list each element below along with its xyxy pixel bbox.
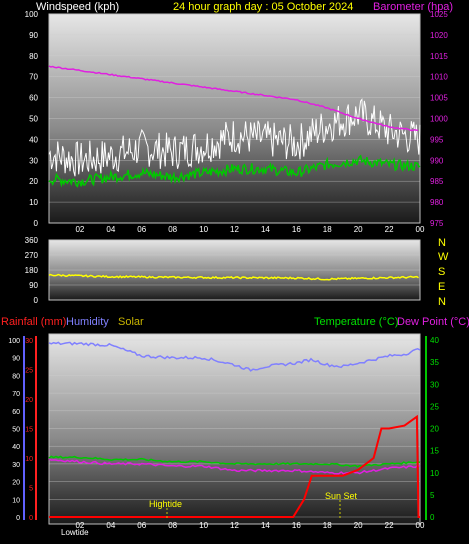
temperature-x-tick: 04: [106, 521, 115, 530]
temperature-x-tick: 18: [323, 521, 332, 530]
wind-x-tick: 20: [354, 225, 363, 234]
barometer-y-tick: 1005: [430, 94, 448, 103]
wind-x-tick: 04: [106, 225, 115, 234]
barometer-y-tick: 1015: [430, 52, 448, 61]
temperature-x-tick: 16: [292, 521, 301, 530]
wind-x-tick: 10: [199, 225, 208, 234]
compass-n-bottom: N: [438, 296, 446, 308]
barometer-y-tick: 995: [430, 135, 444, 144]
wind-x-tick: 08: [168, 225, 177, 234]
compass-labels: N W S E N: [438, 237, 449, 308]
direction-y-tick: 180: [25, 266, 39, 275]
humidity-y-tick: 50: [12, 427, 20, 434]
direction-y-tick: 90: [29, 281, 38, 290]
temperature-title: Temperature (°C): [314, 316, 398, 328]
sunset-label: Sun Set: [325, 491, 358, 501]
wind-x-tick: 06: [137, 225, 146, 234]
wind-y-tick: 90: [29, 31, 38, 40]
humidity-y-tick: 70: [12, 391, 20, 398]
humidity-y-tick: 100: [8, 338, 20, 345]
temperature-y-tick: 5: [430, 491, 435, 500]
barometer-y-tick: 1000: [430, 115, 448, 124]
rain-y-tick: 15: [25, 427, 33, 434]
hightide-label: Hightide: [149, 499, 182, 509]
barometer-y-tick: 985: [430, 177, 444, 186]
temperature-x-tick: 06: [137, 521, 146, 530]
wind-x-tick: 02: [75, 225, 84, 234]
humidity-y-tick: 20: [12, 480, 20, 487]
temperature-y-tick: 15: [430, 447, 439, 456]
wind-y-tick: 50: [29, 115, 38, 124]
rain-y-tick: 5: [29, 486, 33, 493]
compass-n-top: N: [438, 237, 446, 249]
solar-title: Solar: [118, 316, 144, 328]
temperature-x-tick: 00: [416, 521, 425, 530]
humidity-y-tick: 30: [12, 462, 20, 469]
temperature-y-tick: 0: [430, 513, 435, 522]
direction-y-tick: 360: [25, 236, 39, 245]
temperature-x-tick: 12: [230, 521, 239, 530]
rainfall-title: Rainfall (mm): [1, 316, 66, 328]
humidity-y-tick: 90: [12, 356, 20, 363]
wind-y-tick: 0: [34, 219, 39, 228]
wind-y-tick: 80: [29, 52, 38, 61]
direction-y-tick: 0: [34, 296, 39, 305]
compass-e: E: [438, 281, 445, 293]
rain-y-tick: 30: [25, 338, 33, 345]
humidity-y-tick: 0: [16, 515, 20, 522]
temperature-y-tick: 35: [430, 358, 439, 367]
compass-w: W: [438, 251, 449, 263]
windspeed-title: Windspeed (kph): [36, 1, 119, 13]
barometer-y-tick: 990: [430, 156, 444, 165]
humidity-y-tick: 10: [12, 497, 20, 504]
barometer-y-tick: 1025: [430, 10, 448, 19]
wind-x-tick: 22: [385, 225, 394, 234]
weather-graph: Windspeed (kph) 24 hour graph day : 05 O…: [1, 1, 469, 537]
temperature-x-tick: 22: [385, 521, 394, 530]
humidity-y-tick: 80: [12, 373, 20, 380]
compass-s: S: [438, 266, 445, 278]
temperature-x-tick: 20: [354, 521, 363, 530]
barometer-y-tick: 1010: [430, 73, 448, 82]
temperature-y-tick: 20: [430, 425, 439, 434]
dewpoint-title: Dew Point (°C): [397, 316, 469, 328]
wind-y-tick: 30: [29, 156, 38, 165]
wind-y-tick: 10: [29, 198, 38, 207]
direction-y-tick: 270: [25, 251, 39, 260]
wind-y-tick: 20: [29, 177, 38, 186]
rain-y-tick: 0: [29, 515, 33, 522]
wind-x-tick: 00: [416, 225, 425, 234]
wind-x-tick: 14: [261, 225, 270, 234]
rain-y-tick: 25: [25, 368, 33, 375]
temperature-y-tick: 40: [430, 336, 439, 345]
temperature-y-tick: 30: [430, 380, 439, 389]
wind-y-tick: 100: [25, 10, 39, 19]
humidity-title: Humidity: [66, 316, 109, 328]
temperature-x-tick: 10: [199, 521, 208, 530]
rain-y-tick: 10: [25, 456, 33, 463]
temperature-y-tick: 10: [430, 469, 439, 478]
wind-x-tick: 16: [292, 225, 301, 234]
barometer-y-tick: 980: [430, 198, 444, 207]
wind-y-tick: 60: [29, 94, 38, 103]
barometer-y-tick: 1020: [430, 31, 448, 40]
temperature-x-tick: 14: [261, 521, 270, 530]
temperature-x-tick: 08: [168, 521, 177, 530]
temperature-y-tick: 25: [430, 402, 439, 411]
humidity-y-tick: 60: [12, 409, 20, 416]
graph-day-title: 24 hour graph day : 05 October 2024: [173, 1, 353, 13]
rain-y-tick: 20: [25, 397, 33, 404]
barometer-y-tick: 975: [430, 219, 444, 228]
wind-x-tick: 18: [323, 225, 332, 234]
wind-y-tick: 40: [29, 135, 38, 144]
wind-y-tick: 70: [29, 73, 38, 82]
lowtide-label: Lowtide: [61, 528, 89, 537]
humidity-y-tick: 40: [12, 444, 20, 451]
wind-x-tick: 12: [230, 225, 239, 234]
